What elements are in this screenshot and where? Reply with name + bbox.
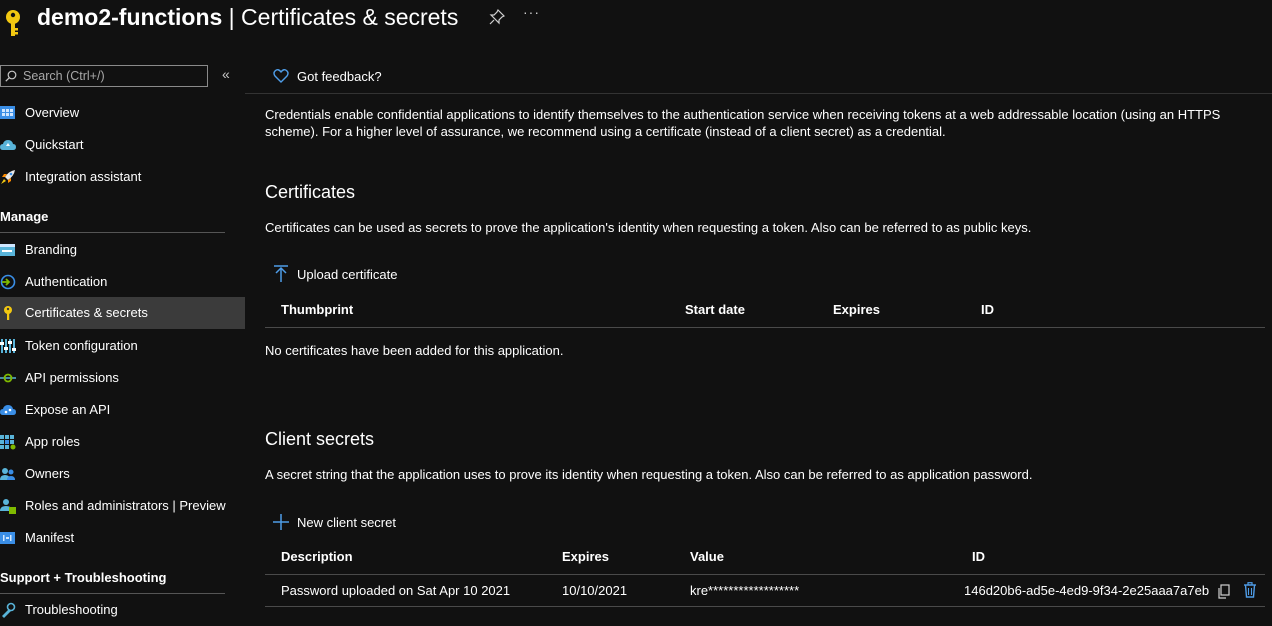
upload-icon: [274, 265, 288, 282]
sidebar-item-manifest[interactable]: Manifest: [0, 522, 245, 554]
secret-id: 146d20b6-ad5e-4ed9-9f34-2e25aaa7a7eb: [964, 583, 1210, 598]
column-header-expires[interactable]: Expires: [562, 549, 609, 564]
sidebar-item-troubleshooting[interactable]: Troubleshooting: [0, 594, 245, 626]
column-header-id[interactable]: ID: [972, 549, 985, 564]
manifest-icon: [0, 532, 15, 544]
sidebar-item-label: Roles and administrators | Preview: [25, 498, 226, 513]
column-header-thumbprint[interactable]: Thumbprint: [281, 302, 353, 317]
column-header-id[interactable]: ID: [981, 302, 994, 317]
certificates-description: Certificates can be used as secrets to p…: [265, 220, 1032, 235]
main-content: Got feedback? Credentials enable confide…: [245, 58, 1272, 616]
app-roles-icon: [0, 435, 16, 450]
sidebar-item-roles-and-administrators[interactable]: Roles and administrators | Preview: [0, 490, 245, 522]
key-icon: [6, 10, 20, 36]
heart-icon: [273, 69, 289, 83]
sidebar-item-label: Authentication: [25, 274, 108, 289]
sidebar-item-label: Owners: [25, 466, 70, 481]
page-header: demo2-functions | Certificates & secrets…: [0, 0, 1272, 40]
quickstart-icon: [0, 140, 16, 150]
sidebar-item-quickstart[interactable]: Quickstart: [0, 129, 245, 161]
sidebar-item-label: API permissions: [25, 370, 119, 385]
rocket-icon: [1, 170, 15, 184]
sidebar-item-label: Token configuration: [25, 338, 138, 353]
token-config-icon: [0, 339, 16, 353]
column-header-description[interactable]: Description: [281, 549, 353, 564]
overview-icon: [0, 106, 15, 119]
sidebar-item-branding[interactable]: Branding: [0, 234, 245, 266]
sidebar-item-certificates-secrets[interactable]: Certificates & secrets: [0, 297, 245, 329]
sidebar-item-owners[interactable]: Owners: [0, 458, 245, 490]
sidebar-item-expose-an-api[interactable]: Expose an API: [0, 394, 245, 426]
feedback-label: Got feedback?: [297, 69, 382, 84]
sidebar-item-label: Expose an API: [25, 402, 111, 417]
page-name: | Certificates & secrets: [222, 4, 459, 30]
search-input[interactable]: [23, 66, 203, 86]
empty-certificates-message: No certificates have been added for this…: [265, 343, 564, 358]
column-header-value[interactable]: Value: [690, 549, 724, 564]
pin-icon[interactable]: [489, 9, 505, 25]
copy-icon[interactable]: [1217, 584, 1231, 600]
sidebar-item-token-configuration[interactable]: Token configuration: [0, 330, 245, 362]
manage-heading: Manage: [0, 209, 49, 224]
sidebar-item-label: App roles: [25, 434, 80, 449]
sidebar-item-label: Integration assistant: [25, 169, 142, 184]
support-heading: Support + Troubleshooting: [0, 570, 167, 585]
collapse-sidebar-icon[interactable]: «: [222, 66, 230, 82]
new-client-secret-label: New client secret: [297, 515, 396, 530]
secret-expires: 10/10/2021: [562, 583, 628, 598]
certificates-heading: Certificates: [265, 182, 356, 202]
app-name: demo2-functions: [37, 4, 223, 30]
table-header-divider: [265, 574, 1265, 575]
sidebar: « Overview Quickstart Integration assist…: [0, 58, 245, 618]
search-box[interactable]: [0, 65, 208, 87]
sidebar-item-label: Branding: [25, 242, 78, 257]
intro-text: Credentials enable confidential applicat…: [265, 107, 1221, 139]
roles-admins-icon: [0, 499, 16, 514]
table-row-divider: [265, 606, 1265, 607]
api-permissions-icon: [0, 373, 16, 383]
more-options-icon[interactable]: ···: [523, 4, 540, 20]
search-icon: [5, 70, 17, 82]
sidebar-item-label: Overview: [25, 105, 80, 120]
secret-description: Password uploaded on Sat Apr 10 2021: [281, 583, 511, 598]
owners-icon: [0, 468, 15, 480]
secret-value: kre******************: [690, 583, 800, 598]
sidebar-item-label: Certificates & secrets: [25, 305, 148, 320]
delete-icon[interactable]: [1243, 582, 1257, 598]
sidebar-item-app-roles[interactable]: App roles: [0, 426, 245, 458]
key-icon: [4, 306, 12, 320]
sidebar-item-api-permissions[interactable]: API permissions: [0, 362, 245, 394]
client-secrets-description: A secret string that the application use…: [265, 467, 1033, 482]
upload-certificate-label: Upload certificate: [297, 267, 398, 282]
divider: [0, 232, 225, 233]
branding-icon: [0, 244, 15, 256]
sidebar-item-label: Manifest: [25, 530, 75, 545]
sidebar-item-label: Quickstart: [25, 137, 84, 152]
column-header-start-date[interactable]: Start date: [685, 302, 745, 317]
sidebar-item-integration-assistant[interactable]: Integration assistant: [0, 161, 245, 193]
divider: [245, 93, 1272, 94]
sidebar-item-authentication[interactable]: Authentication: [0, 266, 245, 298]
plus-icon: [273, 514, 289, 530]
table-header-divider: [265, 327, 1265, 328]
cloud-icon: [0, 405, 16, 415]
authentication-icon: [0, 274, 16, 290]
sidebar-item-label: Troubleshooting: [25, 602, 118, 617]
sidebar-item-overview[interactable]: Overview: [0, 97, 245, 129]
client-secrets-heading: Client secrets: [265, 429, 375, 449]
column-header-expires[interactable]: Expires: [833, 302, 880, 317]
page-title: demo2-functions | Certificates & secrets: [37, 4, 458, 31]
